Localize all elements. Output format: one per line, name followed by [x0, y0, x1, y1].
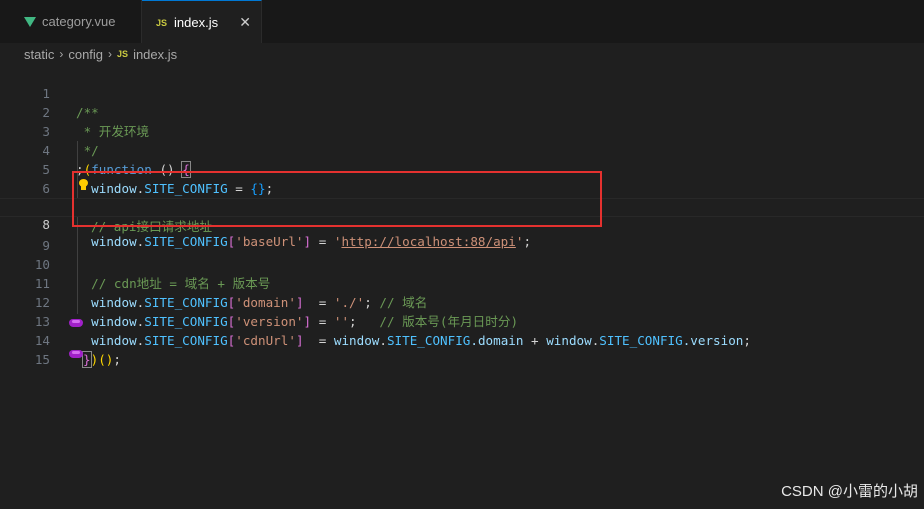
code-line: 3 */	[0, 103, 924, 158]
breadcrumb-item-file[interactable]: index.js	[133, 47, 177, 62]
code-line: 10 // cdn地址 = 域名 + 版本号	[0, 236, 924, 291]
code-line: 12 window.SITE_CONFIG['version'] = ''; /…	[0, 274, 924, 329]
chevron-right-icon: ›	[108, 47, 113, 61]
breadcrumb: static › config › JS index.js	[0, 43, 924, 65]
chevron-right-icon: ›	[59, 47, 64, 61]
code-token: ()	[98, 352, 114, 367]
code-line: 14 })();	[0, 312, 924, 368]
code-line: 1 /**	[0, 65, 924, 120]
highlight-annotation-box	[72, 171, 602, 227]
code-editor[interactable]: 1 /** 2 * 开发环境 3 */ 4 ;(function () { 5 …	[0, 65, 924, 509]
tab-label: index.js	[174, 15, 219, 30]
gem-icon	[69, 319, 83, 329]
breadcrumb-item-static[interactable]: static	[24, 47, 54, 62]
vue-file-icon	[24, 16, 36, 27]
code-line: 2 * 开发环境	[0, 84, 924, 139]
code-token: }	[82, 351, 92, 368]
code-line: 13 window.SITE_CONFIG['cdnUrl'] = window…	[0, 293, 924, 348]
tab-category-vue[interactable]: category.vue	[8, 0, 142, 43]
code-line: 11 window.SITE_CONFIG['domain'] = './'; …	[0, 255, 924, 310]
close-icon[interactable]: ✕	[239, 14, 251, 31]
js-file-icon: JS	[156, 17, 168, 28]
line-number: 15	[34, 352, 50, 367]
breadcrumb-item-config[interactable]: config	[68, 47, 103, 62]
gem-icon	[69, 350, 83, 360]
code-line: 4 ;(function () {	[0, 122, 924, 178]
code-token: ;	[113, 352, 121, 367]
watermark: CSDN @小雷的小胡	[781, 483, 918, 500]
code-line: 15	[0, 331, 924, 367]
js-file-icon: JS	[117, 49, 129, 59]
tab-index-js[interactable]: JS index.js ✕	[142, 0, 262, 44]
editor-tab-bar: category.vue JS index.js ✕	[0, 0, 924, 44]
tab-label: category.vue	[42, 14, 116, 29]
code-line: 5 window.SITE_CONFIG = {};	[0, 141, 924, 196]
